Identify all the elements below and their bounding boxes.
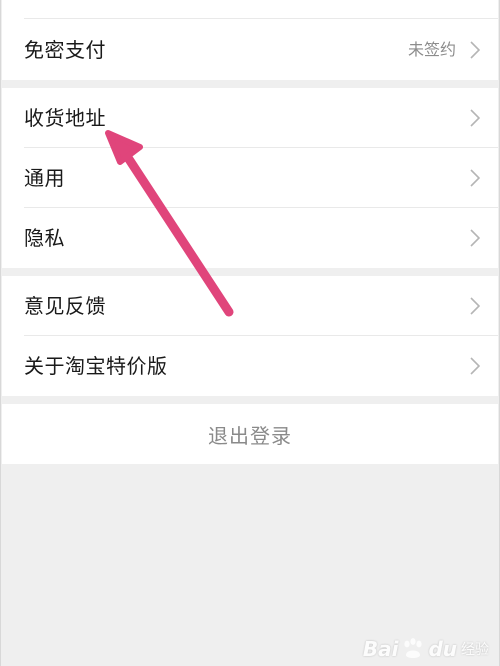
row-label: 意见反馈 xyxy=(24,294,106,318)
row-label: 免密支付 xyxy=(24,38,106,62)
logout-label: 退出登录 xyxy=(208,423,292,448)
baidu-jingyan-watermark: Bai du 经验 xyxy=(363,636,489,662)
watermark-brand-right: du xyxy=(428,637,457,661)
settings-group-general: 收货地址 通用 隐私 xyxy=(2,88,498,268)
settings-group-about: 意见反馈 关于淘宝特价版 xyxy=(2,276,498,396)
settings-group-payment: 免密支付 未签约 xyxy=(2,0,498,80)
chevron-right-icon xyxy=(470,357,480,375)
settings-row-general[interactable]: 通用 xyxy=(2,148,498,208)
row-label: 收货地址 xyxy=(24,106,106,130)
row-label: 通用 xyxy=(24,166,65,190)
chevron-right-icon xyxy=(470,229,480,247)
chevron-right-icon xyxy=(470,109,480,127)
row-label: 关于淘宝特价版 xyxy=(24,354,168,378)
chevron-right-icon xyxy=(470,41,480,59)
settings-row-shipping-address[interactable]: 收货地址 xyxy=(2,88,498,148)
watermark-brand-left: Bai xyxy=(362,637,399,661)
settings-row-feedback[interactable]: 意见反馈 xyxy=(2,276,498,336)
chevron-right-icon xyxy=(470,169,480,187)
settings-row-privacy[interactable]: 隐私 xyxy=(2,208,498,268)
chevron-right-icon xyxy=(470,297,480,315)
watermark-text: 经验 xyxy=(461,642,489,658)
logout-button[interactable]: 退出登录 xyxy=(2,404,498,464)
settings-screen: 免密支付 未签约 收货地址 通用 隐私 意见反馈 关于淘宝特价版 退出登录 Ba… xyxy=(0,0,500,666)
settings-row-about[interactable]: 关于淘宝特价版 xyxy=(2,336,498,396)
settings-row-password-free-pay[interactable]: 免密支付 未签约 xyxy=(2,20,498,80)
row-status-value: 未签约 xyxy=(407,40,456,59)
row-label: 隐私 xyxy=(24,226,65,250)
row-divider xyxy=(24,18,498,19)
paw-icon xyxy=(404,638,423,658)
